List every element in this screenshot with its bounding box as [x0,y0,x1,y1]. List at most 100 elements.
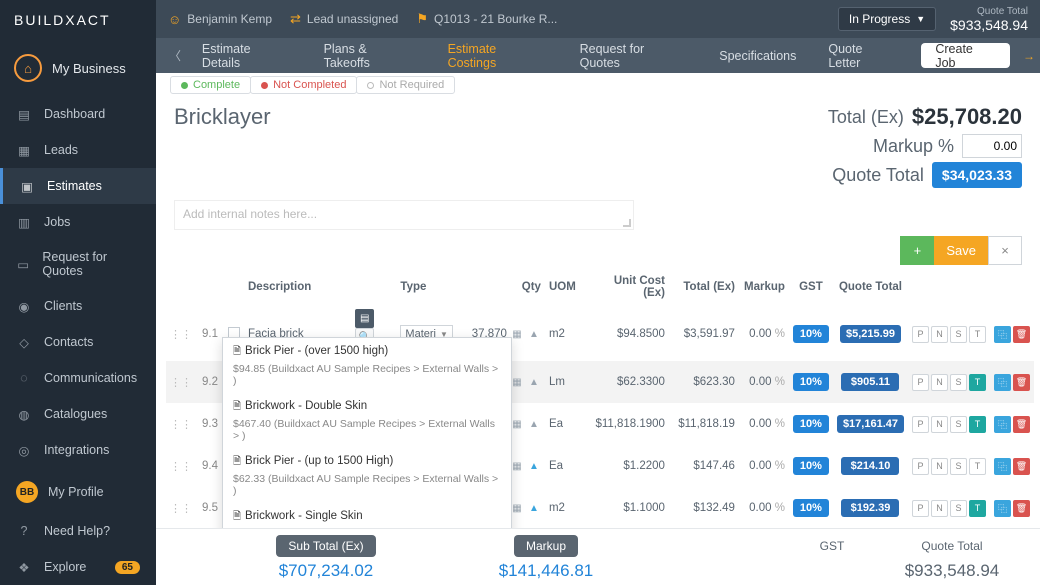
flag-t[interactable]: T [969,458,986,475]
delete-icon[interactable]: 🗑 [1013,374,1030,391]
gst-pill[interactable]: 10% [793,499,829,517]
uom-value[interactable]: Ea [545,403,589,445]
topbar-job[interactable]: ⚑Q1013 - 21 Bourke R... [416,11,557,27]
takeoff-icon[interactable]: ▲ [527,459,541,473]
markup-value[interactable]: 0.00 [749,418,771,430]
flag-s[interactable]: S [950,374,967,391]
chip-not-completed[interactable]: Not Completed [250,76,357,94]
drag-handle[interactable]: ⋮⋮ [166,307,196,361]
topbar-lead[interactable]: ⇄Lead unassigned [290,11,398,27]
tab-estimate-details[interactable]: Estimate Details [186,38,308,73]
uom-value[interactable]: m2 [545,487,589,528]
takeoff-icon[interactable]: ▲ [527,375,541,389]
flag-t[interactable]: T [969,500,986,517]
autocomplete-option[interactable]: 🗎Brick Pier - (over 1500 high)$94.85 (Bu… [223,338,511,393]
delete-icon[interactable]: 🗑 [1013,500,1030,517]
markup-value[interactable]: 0.00 [749,460,771,472]
sidebar-item-contacts[interactable]: ◇Contacts [0,324,156,360]
flag-s[interactable]: S [950,416,967,433]
copy-icon[interactable]: ⿻ [994,326,1011,343]
tab-create-job[interactable]: Create Job [921,43,1010,68]
copy-icon[interactable]: ⿻ [994,416,1011,433]
flag-n[interactable]: N [931,458,948,475]
drag-handle[interactable]: ⋮⋮ [166,445,196,487]
flag-p[interactable]: P [912,500,929,517]
flag-t[interactable]: T [969,416,986,433]
delete-icon[interactable]: 🗑 [1013,458,1030,475]
autocomplete-option[interactable]: 🗎Brickwork - Double Skin$467.40 (Buildxa… [223,393,511,448]
gst-pill[interactable]: 10% [793,457,829,475]
flag-n[interactable]: N [931,326,948,343]
autocomplete-option[interactable]: 🗎Brick Pier - (up to 1500 High)$62.33 (B… [223,448,511,503]
drag-handle[interactable]: ⋮⋮ [166,361,196,403]
sidebar-item-clients[interactable]: ◉Clients [0,288,156,324]
sidebar-item-integrations[interactable]: ◎Integrations [0,432,156,468]
flag-s[interactable]: S [950,458,967,475]
unit-cost-value[interactable]: $94.8500 [589,307,669,361]
copy-icon[interactable]: ⿻ [994,374,1011,391]
calc-icon[interactable]: ▦ [510,459,524,473]
sidebar-item-estimates[interactable]: ▣Estimates [0,168,156,204]
sidebar-item-catalogues[interactable]: ◍Catalogues [0,396,156,432]
markup-value[interactable]: 0.00 [749,376,771,388]
copy-icon[interactable]: ⿻ [994,500,1011,517]
topbar-user[interactable]: ☺Benjamin Kemp [168,12,272,27]
tab-quote-letter[interactable]: Quote Letter [812,38,913,73]
sidebar-item-profile[interactable]: BB My Profile [0,471,156,513]
calc-icon[interactable]: ▦ [510,417,524,431]
sidebar-item-help[interactable]: ? Need Help? [0,513,156,549]
tab-scroll-left[interactable]: 〈 [164,38,186,73]
unit-cost-value[interactable]: $1.1000 [589,487,669,528]
takeoff-icon[interactable]: ▲ [527,501,541,515]
my-business[interactable]: ⌂ My Business [0,40,156,96]
chip-complete[interactable]: Complete [170,76,251,94]
drag-handle[interactable]: ⋮⋮ [166,487,196,528]
gst-pill[interactable]: 10% [793,373,829,391]
close-button[interactable]: × [988,236,1022,265]
delete-icon[interactable]: 🗑 [1013,326,1030,343]
uom-value[interactable]: m2 [545,307,589,361]
tab-specifications[interactable]: Specifications [703,38,812,73]
tab-plans-takeoffs[interactable]: Plans & Takeoffs [308,38,432,73]
status-dropdown[interactable]: In Progress▼ [838,7,936,31]
flag-s[interactable]: S [950,326,967,343]
gst-pill[interactable]: 10% [793,415,829,433]
sidebar-item-request-for-quotes[interactable]: ▭Request for Quotes [0,240,156,288]
calc-icon[interactable]: ▦ [510,501,524,515]
unit-cost-value[interactable]: $1.2200 [589,445,669,487]
markup-value[interactable]: 0.00 [749,328,771,340]
copy-icon[interactable]: ⿻ [994,458,1011,475]
flag-p[interactable]: P [912,416,929,433]
delete-icon[interactable]: 🗑 [1013,416,1030,433]
flag-s[interactable]: S [950,500,967,517]
recipe-icon[interactable]: ▤ [355,309,374,328]
drag-handle[interactable]: ⋮⋮ [166,403,196,445]
flag-p[interactable]: P [912,326,929,343]
tab-request-for-quotes[interactable]: Request for Quotes [564,38,704,73]
autocomplete-option[interactable]: 🗎Brickwork - Single Skin$246.73 (Buildxa… [223,503,511,528]
flag-p[interactable]: P [912,458,929,475]
takeoff-icon[interactable]: ▲ [527,417,541,431]
sidebar-item-communications[interactable]: ◌Communications [0,360,156,396]
gst-pill[interactable]: 10% [793,325,829,343]
markup-input[interactable] [962,134,1022,158]
flag-t[interactable]: T [969,374,986,391]
tab-scroll-right[interactable]: → [1018,38,1040,73]
sidebar-item-dashboard[interactable]: ▤Dashboard [0,96,156,132]
markup-value[interactable]: 0.00 [749,502,771,514]
tab-estimate-costings[interactable]: Estimate Costings [432,38,564,73]
unit-cost-value[interactable]: $11,818.1900 [589,403,669,445]
flag-p[interactable]: P [912,374,929,391]
flag-n[interactable]: N [931,500,948,517]
add-button[interactable]: + [900,236,934,265]
takeoff-icon[interactable]: ▲ [527,327,541,341]
flag-t[interactable]: T [969,326,986,343]
chip-not-required[interactable]: Not Required [356,76,455,94]
sidebar-item-leads[interactable]: ▦Leads [0,132,156,168]
internal-notes[interactable]: Add internal notes here... [174,200,634,230]
flag-n[interactable]: N [931,374,948,391]
calc-icon[interactable]: ▦ [510,375,524,389]
uom-value[interactable]: Lm [545,361,589,403]
unit-cost-value[interactable]: $62.3300 [589,361,669,403]
save-button[interactable]: Save [934,236,988,265]
